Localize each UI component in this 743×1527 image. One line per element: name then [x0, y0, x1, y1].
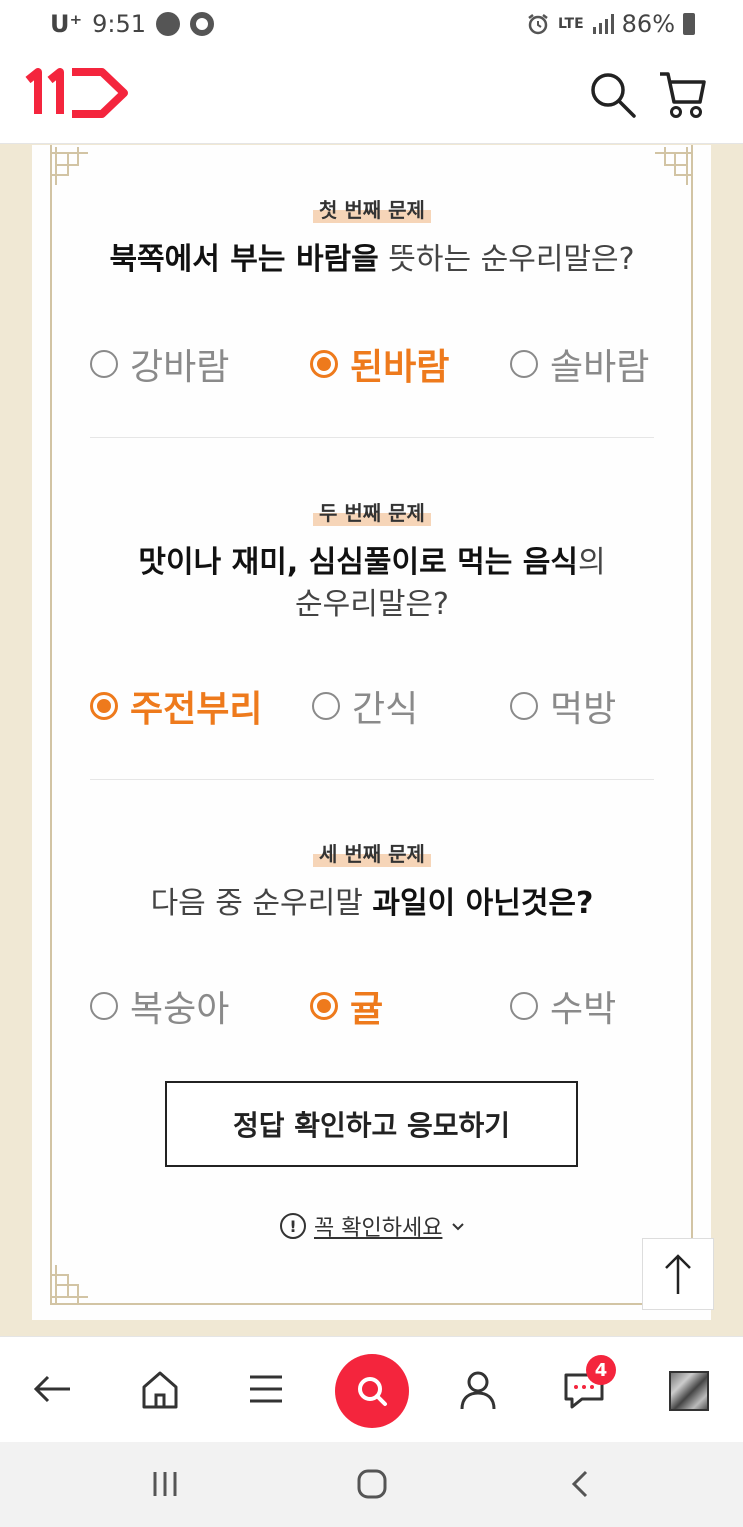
nav-search-button[interactable]	[335, 1354, 409, 1428]
system-navigation-bar	[0, 1442, 743, 1527]
header-search-button[interactable]	[586, 68, 640, 122]
radio-icon	[510, 350, 538, 378]
option-q2-1[interactable]: 주전부리	[90, 680, 262, 732]
arrow-left-icon	[33, 1375, 70, 1403]
corner-ornament-icon	[655, 147, 693, 185]
option-q3-1[interactable]: 복숭아	[90, 980, 229, 1032]
option-label: 귤	[350, 989, 384, 1030]
option-label: 솔바람	[550, 347, 650, 388]
chevron-left-icon	[571, 1470, 588, 1498]
arrow-up-icon	[665, 1254, 691, 1294]
recent-apps-button[interactable]	[140, 1462, 190, 1506]
question-tag: 두 번째 문제	[313, 497, 431, 526]
notice-toggle[interactable]: ! 꼭 확인하세요	[280, 1210, 466, 1242]
option-label: 수박	[550, 989, 617, 1030]
option-q2-2[interactable]: 간식	[312, 680, 418, 732]
question-divider	[90, 437, 654, 438]
radio-checked-icon	[310, 350, 338, 378]
chat-notification-icon	[156, 12, 181, 36]
option-label: 된바람	[350, 347, 450, 388]
option-label: 먹방	[550, 689, 617, 730]
nav-mypage-button[interactable]	[450, 1361, 506, 1417]
question-text-bold: 과일이 아닌것은?	[372, 886, 594, 921]
question-text-bold: 북쪽에서 부는 바람을	[109, 242, 379, 277]
recent-item-thumbnail[interactable]	[669, 1371, 709, 1411]
question-tag: 세 번째 문제	[313, 838, 431, 867]
radio-icon	[90, 350, 118, 378]
question-text: 맛이나 재미, 심심풀이로 먹는 음식의순우리말은?	[90, 542, 654, 626]
radio-icon	[510, 992, 538, 1020]
nav-menu-button[interactable]	[238, 1361, 294, 1417]
radio-icon	[510, 692, 538, 720]
option-q1-3[interactable]: 솔바람	[510, 338, 649, 390]
scroll-top-button[interactable]	[642, 1238, 714, 1310]
cart-icon	[660, 72, 706, 118]
brand-logo[interactable]	[24, 68, 128, 118]
battery-percent: 86%	[621, 10, 675, 38]
question-text: 다음 중 순우리말 과일이 아닌것은?	[90, 883, 654, 925]
recent-apps-icon	[153, 1472, 177, 1496]
option-label: 간식	[352, 689, 419, 730]
option-q3-3[interactable]: 수박	[510, 980, 616, 1032]
home-system-button[interactable]	[347, 1462, 397, 1506]
alarm-icon	[528, 14, 548, 35]
hamburger-menu-icon	[250, 1375, 282, 1403]
nav-back-button[interactable]	[24, 1361, 80, 1417]
option-q3-2[interactable]: 귤	[310, 980, 383, 1032]
user-icon	[460, 1371, 496, 1410]
question-text-rest: 뜻하는 순우리말은?	[378, 242, 635, 277]
question-1: 첫 번째 문제 북쪽에서 부는 바람을 뜻하는 순우리말은?	[90, 194, 654, 281]
question-text-line2: 순우리말은?	[295, 587, 449, 622]
question-tag: 첫 번째 문제	[313, 194, 431, 223]
corner-ornament-icon	[50, 147, 88, 185]
chevron-down-icon	[452, 1223, 465, 1231]
question-3: 세 번째 문제 다음 중 순우리말 과일이 아닌것은?	[90, 838, 654, 925]
question-divider	[90, 779, 654, 780]
option-label: 강바람	[130, 347, 230, 388]
question-text: 북쪽에서 부는 바람을 뜻하는 순우리말은?	[90, 239, 654, 281]
notification-badge: 4	[586, 1355, 616, 1385]
option-q1-1[interactable]: 강바람	[90, 338, 229, 390]
info-icon: !	[280, 1213, 306, 1239]
option-label: 주전부리	[130, 689, 263, 730]
notice-label: 꼭 확인하세요	[314, 1216, 443, 1241]
radio-icon	[312, 692, 340, 720]
back-system-button[interactable]	[556, 1462, 606, 1506]
app-header	[0, 48, 743, 144]
header-cart-button[interactable]	[656, 68, 710, 122]
option-q1-2[interactable]: 된바람	[310, 338, 449, 390]
battery-icon	[683, 13, 695, 35]
radio-checked-icon	[90, 692, 118, 720]
home-icon	[142, 1371, 178, 1409]
question-2: 두 번째 문제 맛이나 재미, 심심풀이로 먹는 음식의순우리말은?	[90, 497, 654, 626]
corner-ornament-icon	[50, 1265, 88, 1303]
question-text-rest: 다음 중 순우리말	[150, 886, 373, 921]
record-notification-icon	[190, 12, 215, 36]
submit-answer-button[interactable]: 정답 확인하고 응모하기	[165, 1081, 578, 1167]
signal-icon	[592, 14, 614, 34]
radio-icon	[90, 992, 118, 1020]
status-bar: U⁺ 9:51 LTE 86%	[0, 0, 743, 48]
carrier-label: U⁺	[50, 10, 83, 38]
question-text-rest: 의	[577, 545, 606, 580]
search-icon	[358, 1377, 387, 1406]
bottom-navigation: 4	[0, 1336, 743, 1442]
status-time: 9:51	[92, 10, 147, 38]
search-icon	[591, 73, 636, 118]
nav-home-button[interactable]	[132, 1361, 188, 1417]
question-text-bold: 맛이나 재미, 심심풀이로 먹는 음식	[138, 545, 578, 580]
radio-checked-icon	[310, 992, 338, 1020]
home-circle-icon	[357, 1469, 387, 1499]
option-label: 복숭아	[130, 989, 230, 1030]
option-q2-3[interactable]: 먹방	[510, 680, 616, 732]
network-type-label: LTE	[557, 16, 584, 32]
